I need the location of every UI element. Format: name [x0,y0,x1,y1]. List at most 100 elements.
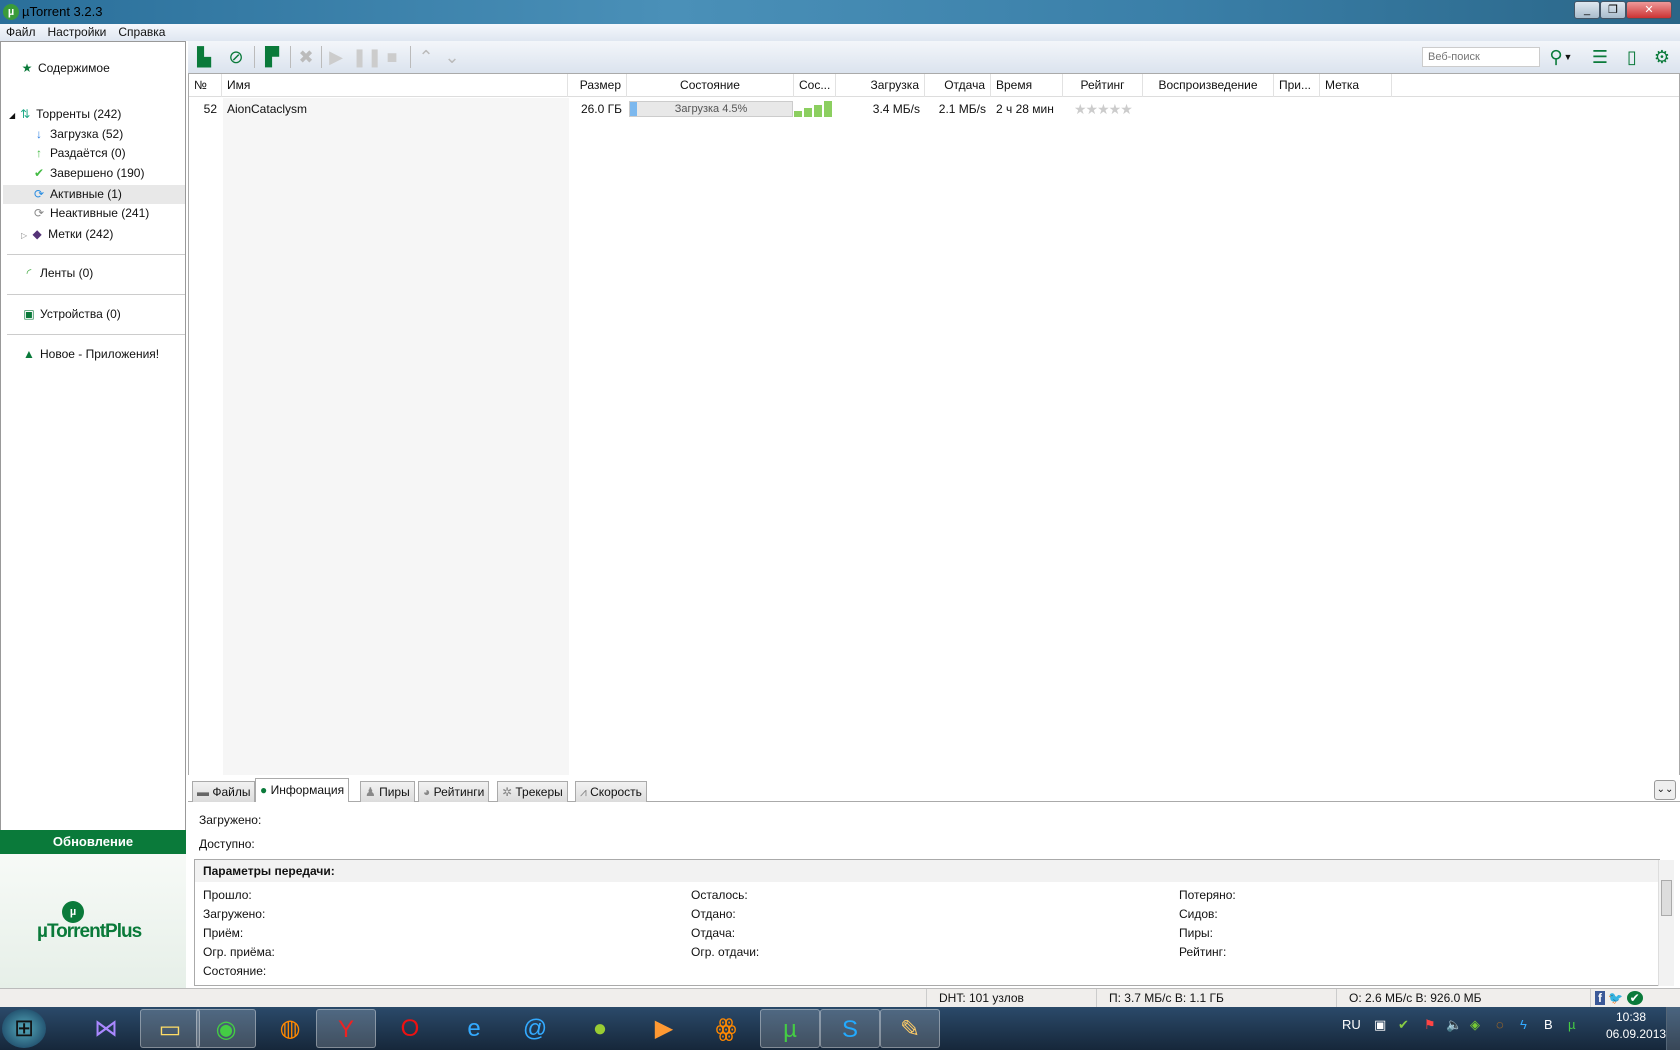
utorrent-plus-banner[interactable]: µ µTorrentPlus [0,854,186,988]
clock[interactable]: 10:38 06.09.2013 [1606,1010,1667,1041]
paint-icon[interactable]: ✎ [880,1009,940,1048]
list-view-icon[interactable]: ☰ [1588,45,1612,69]
start-icon[interactable]: ▶ [324,45,348,69]
sidebar-item-labels[interactable]: ▷ ◆ Метки (242) [21,225,205,244]
remaining-label: Осталось: [691,888,748,902]
yandex-browser-icon[interactable]: Y [316,1009,376,1048]
tab-peers[interactable]: ♟ Пиры [360,781,415,802]
collapse-panel-button[interactable]: ⌄⌄ [1654,780,1676,800]
sidebar-item-feeds[interactable]: ◜ Ленты (0) [23,264,207,283]
chrome-icon[interactable]: ◉ [196,1009,256,1048]
menu-settings[interactable]: Настройки [42,24,113,40]
origin-tray-icon[interactable]: ◌ [1496,1017,1504,1032]
network-tray-icon[interactable]: ▣ [1374,1017,1386,1033]
rss-icon: ◜ [26,266,32,280]
web-search-input[interactable] [1422,47,1540,67]
ie-icon[interactable]: e [444,1009,504,1048]
col-status[interactable]: Состояние [627,74,794,97]
utorrent-plus-logo-icon: µ [62,901,84,923]
add-url-icon[interactable]: ⊘ [224,45,248,69]
update-button[interactable]: Обновление [0,830,186,854]
visual-studio-icon[interactable]: ⋈ [76,1009,136,1048]
move-up-icon[interactable]: ⌃ [414,45,438,69]
remote-device-icon[interactable]: ▯ [1620,45,1644,69]
device-icon: ▣ [23,307,35,321]
info-icon: ● [260,783,271,797]
maximize-button[interactable]: ❐ [1600,1,1626,19]
sidebar-item-devices[interactable]: ▣ Устройства (0) [23,305,207,324]
scrollbar[interactable] [1658,860,1674,986]
twitter-icon[interactable]: 🐦 [1608,991,1623,1005]
status-ok-icon[interactable]: ✔ [1626,991,1643,1005]
tag-icon: ◆ [32,227,42,241]
utorrent-tray-icon[interactable]: µ [1568,1017,1576,1032]
pause-icon[interactable]: ❚❚ [352,45,382,69]
col-upload[interactable]: Отдача [925,74,991,97]
nvidia-tray-icon[interactable]: ◈ [1470,1017,1480,1033]
skype-icon[interactable]: S [820,1009,880,1048]
upload-arrow-icon: ↑ [36,146,42,160]
folder-icon: ▬ [197,785,213,799]
sidebar-item-torrents[interactable]: ◢ ⇅ Торренты (242) [9,105,193,124]
odnoklassniki-icon[interactable]: ꙮ [696,1009,756,1048]
minimize-button[interactable]: _ [1574,1,1600,19]
firefox-icon[interactable]: ◍ [260,1009,320,1048]
action-center-tray-icon[interactable]: ⚑ [1424,1017,1436,1033]
opera-icon[interactable]: O [380,1009,440,1048]
stop-icon[interactable]: ■ [380,45,404,69]
downloaded-label: Загружено: [203,907,266,921]
wasted-label: Потеряно: [1179,888,1236,902]
add-torrent-icon[interactable]: ▙ [192,45,216,69]
tab-info[interactable]: ● Информация [255,778,350,803]
col-label[interactable]: Метка [1320,74,1392,97]
close-button[interactable]: ✕ [1626,1,1672,19]
col-playback[interactable]: Воспроизведение [1143,74,1274,97]
bolt-tray-icon[interactable]: ϟ [1520,1017,1527,1032]
available-label: Доступно: [199,837,255,851]
col-rating[interactable]: Рейтинг [1063,74,1143,97]
upload-limit-label: Огр. отдачи: [691,945,760,959]
search-dropdown-icon[interactable]: ▼ [1562,45,1574,69]
utorrent-taskbar-icon[interactable]: µ [760,1009,820,1048]
tab-ratings[interactable]: ◕ Рейтинги [418,781,490,802]
vk-tray-icon[interactable]: B [1544,1017,1553,1032]
col-health[interactable]: Сос... [794,74,836,97]
col-download[interactable]: Загрузка [836,74,925,97]
tab-speed[interactable]: ⩘ Скорость [575,781,647,802]
menu-file[interactable]: Файл [0,24,42,40]
create-torrent-icon[interactable]: ▛ [260,45,284,69]
expand-icon[interactable]: ◢ [9,111,15,120]
sidebar-item-apps[interactable]: ▲ Новое - Приложения! [23,345,207,364]
downloaded-label: Загружено: [199,813,262,827]
sidebar-item-active[interactable]: ⟳ Активные (1) [3,185,185,204]
volume-tray-icon[interactable]: 🔈 [1446,1017,1462,1033]
security-tray-icon[interactable]: ✔ [1398,1017,1409,1033]
facebook-icon[interactable]: f [1595,991,1605,1005]
col-name[interactable]: Имя [222,74,568,97]
settings-gear-icon[interactable]: ⚙ [1650,45,1674,69]
ratio-label: Рейтинг: [1179,945,1227,959]
tab-trackers[interactable]: ✲ Трекеры [497,781,568,802]
col-size[interactable]: Размер [568,74,627,97]
tab-files[interactable]: ▬ Файлы [192,781,256,802]
remove-icon[interactable]: ✖ [294,45,318,69]
rating-stars[interactable]: ★★★★★ [1069,99,1137,119]
language-indicator[interactable]: RU [1342,1017,1361,1032]
elapsed-label: Прошло: [203,888,252,902]
col-priority[interactable]: При... [1274,74,1320,97]
explorer-icon[interactable]: ▭ [140,1009,200,1048]
move-down-icon[interactable]: ⌄ [440,45,464,69]
start-button[interactable]: ⊞ [2,1009,46,1048]
icq-icon[interactable]: ● [570,1009,630,1048]
torrents-icon: ⇅ [20,107,31,121]
sidebar-item-content[interactable]: ★ Содержимое [21,59,205,78]
expand-icon[interactable]: ▷ [21,231,27,240]
mail-agent-icon[interactable]: @ [505,1009,565,1048]
utorrent-plus-logo: µTorrentPlus [37,921,142,942]
media-player-icon[interactable]: ▶ [634,1009,694,1048]
clock-date: 06.09.2013 [1606,1027,1667,1041]
show-desktop-button[interactable] [1666,1007,1680,1050]
col-eta[interactable]: Время [991,74,1063,97]
col-number[interactable]: № [189,74,222,97]
menu-help[interactable]: Справка [112,24,171,40]
